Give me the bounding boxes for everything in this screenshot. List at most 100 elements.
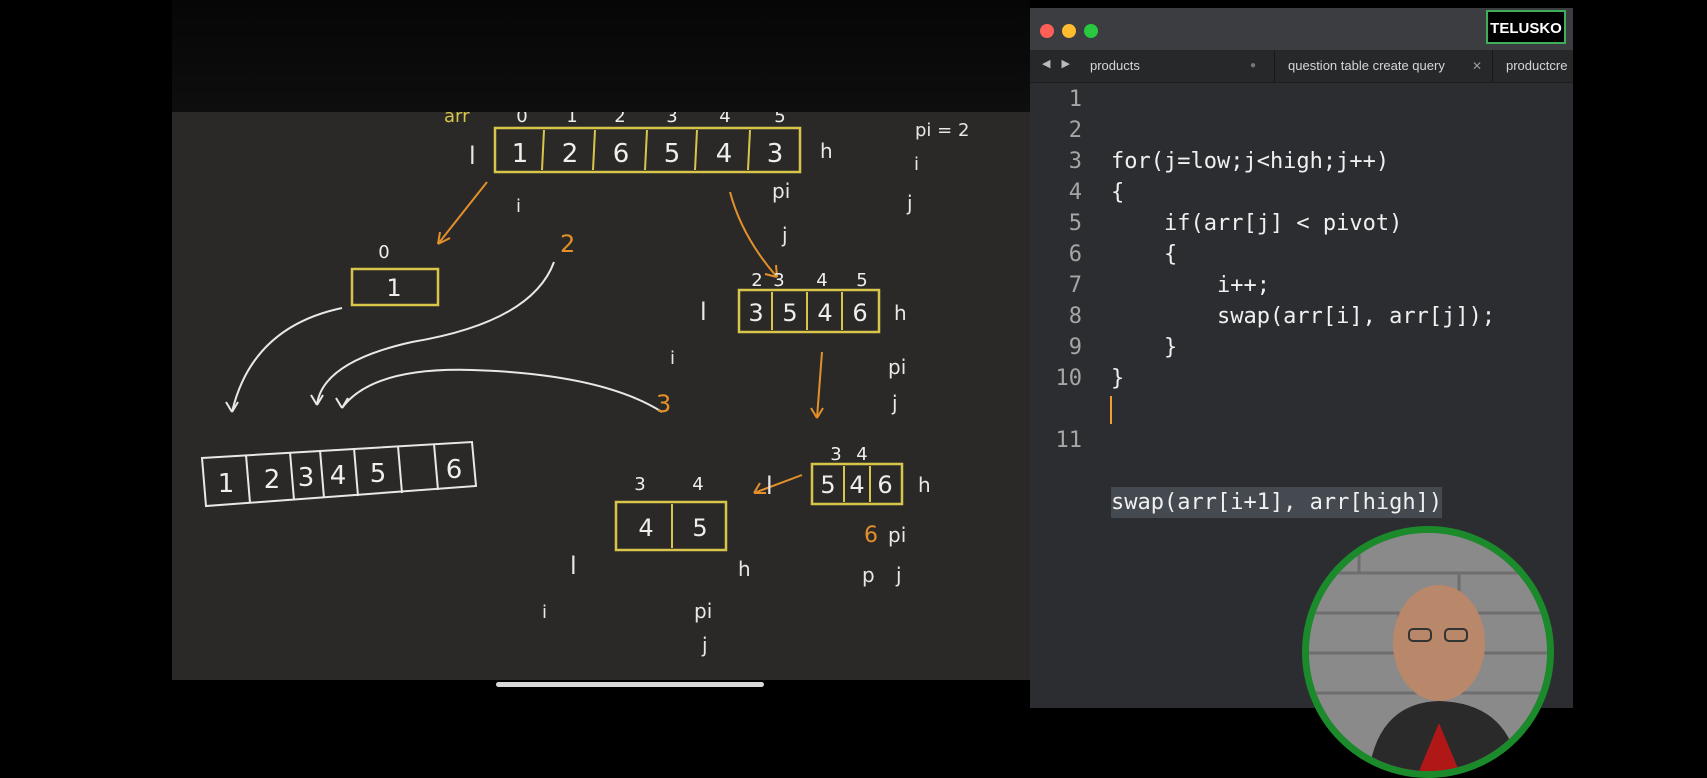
box-right-index-3: 5 [856, 270, 867, 291]
code-text: } [1111, 335, 1178, 360]
box-small-index-1: 4 [692, 474, 703, 495]
note-i-top: i [516, 196, 521, 217]
line-number: 4 [1068, 180, 1082, 205]
tab-question-table-create-query[interactable]: question table create query [1288, 50, 1445, 82]
box-right-indices: 2 3 4 5 [751, 270, 867, 291]
text-caret [1110, 396, 1112, 424]
box-right-value-0: 3 [748, 299, 763, 327]
title-bar: TELUSKO [1030, 8, 1573, 50]
result-value-1: 2 [264, 465, 281, 495]
note-j-right: j [891, 391, 898, 415]
result-value-0: 1 [218, 469, 235, 499]
close-window-button[interactable] [1040, 24, 1054, 38]
top-index-5: 5 [774, 112, 785, 127]
line-number: 2 [1068, 118, 1082, 143]
code-text-selected: swap(arr[i+1], arr[high]) [1111, 487, 1443, 518]
box-mid-value-0: 5 [820, 471, 835, 499]
note-i: i [914, 154, 919, 175]
box-right-value-2: 4 [817, 299, 832, 327]
top-value-1: 2 [562, 139, 579, 169]
box-mid-values: 5 4 6 [820, 471, 892, 499]
box-right-high: h [894, 301, 907, 325]
code-line: 5 if(arr[j] < pivot) [1030, 208, 1573, 239]
top-value-5: 3 [767, 139, 784, 169]
arr-label: arr [444, 112, 470, 127]
code-line: 10} [1030, 363, 1573, 394]
top-value-2: 6 [613, 139, 630, 169]
note-pi-top: pi [772, 179, 790, 203]
code-text: i++; [1111, 273, 1270, 298]
code-text: if(arr[j] < pivot) [1111, 211, 1403, 236]
line-number: 9 [1068, 335, 1082, 360]
white-arrows [225, 261, 663, 413]
line-number: 3 [1068, 149, 1082, 174]
code-line: 2 [1030, 115, 1573, 146]
result-value-3: 4 [330, 461, 347, 491]
top-value-0: 1 [512, 139, 529, 169]
video-top-area [172, 0, 1030, 112]
box-right-low: l [700, 298, 707, 326]
tab-productcre[interactable]: productcre [1506, 50, 1567, 82]
box-small-value-0: 4 [638, 514, 653, 542]
code-line: 8 swap(arr[i], arr[j]); [1030, 301, 1573, 332]
box-mid-value-1: 4 [849, 471, 864, 499]
code-text: swap(arr[i], arr[j]); [1111, 304, 1496, 329]
unsaved-dot-icon: ● [1250, 60, 1257, 71]
code-text: { [1111, 180, 1125, 205]
video-scrub-handle[interactable] [496, 682, 764, 687]
orange-label-6: 6 [864, 523, 878, 548]
presenter-image [1309, 533, 1547, 771]
top-value-3: 5 [664, 139, 681, 169]
box-right-index-1: 3 [773, 270, 784, 291]
box-mid-index-0: 3 [830, 444, 841, 465]
note-j-bottom: j [701, 633, 708, 657]
top-index-3: 3 [666, 112, 677, 127]
orange-label-2: 2 [560, 230, 575, 258]
line-number: 11 [1055, 428, 1083, 453]
tab-label: productcre [1506, 58, 1568, 73]
box-small-value-1: 5 [692, 514, 707, 542]
minimize-window-button[interactable] [1062, 24, 1076, 38]
box-small-index-0: 3 [634, 474, 645, 495]
top-index-2: 2 [614, 112, 625, 127]
box-mid-index-1: 4 [856, 444, 867, 465]
right-letterbox [1573, 0, 1707, 708]
tab-label: question table create query [1288, 58, 1445, 73]
tab-close-icon[interactable]: ✕ [1472, 50, 1482, 82]
box-right-index-2: 4 [816, 270, 827, 291]
top-index-1: 1 [566, 112, 577, 127]
top-value-4: 4 [716, 139, 733, 169]
whiteboard: arr 0 1 2 3 4 5 l 1 2 6 5 4 3 h pi = 2 i… [172, 112, 1040, 680]
box-mid-high: h [918, 473, 931, 497]
tab-nav-arrows-icon[interactable]: ◀ ▶ [1042, 57, 1074, 70]
code-text: for(j=low;j<high;j++) [1111, 149, 1390, 174]
box-right-value-1: 5 [782, 299, 797, 327]
box-mid-value-2: 6 [877, 471, 892, 499]
orange-arrows [437, 181, 824, 494]
note-pi-right: pi [888, 355, 906, 379]
tab-label: products [1090, 58, 1140, 73]
code-text: { [1111, 242, 1178, 267]
zoom-window-button[interactable] [1084, 24, 1098, 38]
code-line: 6 { [1030, 239, 1573, 270]
top-array-values: 1 2 6 5 4 3 [512, 139, 784, 169]
note-i-bottom: i [542, 602, 547, 623]
note-i-mid: i [670, 348, 675, 369]
note-pi-mid: pi [888, 523, 906, 547]
top-index-0: 0 [516, 112, 527, 127]
pi-equals-note: pi = 2 [915, 120, 969, 141]
tab-products[interactable]: products [1090, 50, 1140, 82]
code-line: 7 i++; [1030, 270, 1573, 301]
note-pi-bottom: pi [694, 599, 712, 623]
box-one-value: 1 [386, 274, 401, 302]
code-line: 1 [1030, 84, 1573, 115]
box-small-low: l [570, 552, 577, 580]
note-j-top: j [781, 223, 788, 247]
tab-bar: ◀ ▶ products ● question table create que… [1030, 50, 1573, 83]
line-number: 5 [1068, 211, 1082, 236]
box-right-index-0: 2 [751, 270, 762, 291]
line-number: 6 [1068, 242, 1082, 267]
top-index-4: 4 [719, 112, 730, 127]
line-number: 7 [1068, 273, 1082, 298]
webcam-overlay [1302, 526, 1554, 778]
